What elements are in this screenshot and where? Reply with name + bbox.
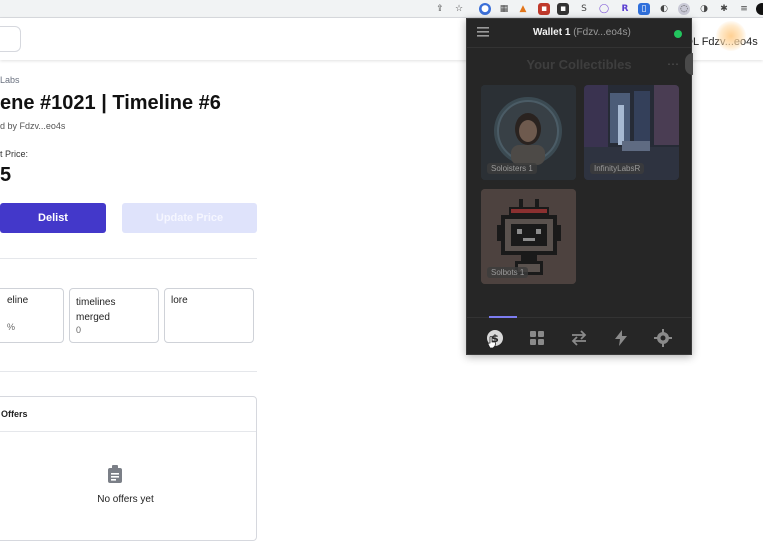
offers-panel: Offers No offers yet xyxy=(0,396,257,541)
popup-edge-tab xyxy=(685,53,693,75)
collectibles-title: Your Collectibles xyxy=(526,57,632,72)
connection-status-dot xyxy=(674,30,682,38)
browser-toolbar: ⇪ ☆ ● ▦ ▲ ▪ ▪ S ◯ R ▯ ◐ ◌ ◑ ✱ ≡ xyxy=(0,0,763,18)
mouse-cursor xyxy=(487,336,496,349)
delist-button[interactable]: Delist xyxy=(0,203,106,233)
divider xyxy=(0,258,257,259)
offers-title: Offers xyxy=(1,409,28,419)
collectible-label: InfinityLabsR xyxy=(590,163,645,174)
stat-label: lore xyxy=(171,295,188,306)
more-options-icon[interactable]: ⋯ xyxy=(667,57,679,71)
collectible-label: Soloisters 1 xyxy=(487,163,537,174)
gear-icon[interactable] xyxy=(653,328,673,348)
owner-line: d by Fdzv...eo4s xyxy=(0,121,66,131)
stat-label: timelines merged xyxy=(76,297,116,323)
wallet-address: (Fdzv...eo4s) xyxy=(573,27,631,38)
wallet-name: Wallet 1 xyxy=(533,27,571,38)
stat-card-timelines-merged: timelines merged 0 xyxy=(69,288,159,343)
bolt-icon[interactable] xyxy=(611,328,631,348)
stat-card-timeline: eline % xyxy=(0,288,64,343)
extension-icon[interactable]: R xyxy=(619,3,631,15)
hamburger-menu-icon[interactable] xyxy=(477,27,489,37)
stat-label: eline xyxy=(7,295,29,306)
extension-icon[interactable]: ▪ xyxy=(538,3,550,15)
active-tab-indicator xyxy=(489,316,517,318)
page-title: ene #1021 | Timeline #6 xyxy=(0,92,221,114)
search-box[interactable] xyxy=(0,26,21,52)
extension-icon[interactable]: S xyxy=(578,3,590,15)
extension-icon[interactable]: ◑ xyxy=(698,3,710,15)
clipboard-icon xyxy=(108,465,122,483)
extension-icon[interactable]: ● xyxy=(479,3,491,15)
cursor-highlight xyxy=(716,21,746,51)
profile-avatar[interactable] xyxy=(756,3,763,15)
extension-icon[interactable]: ▪ xyxy=(557,3,569,15)
extension-icon[interactable]: ▦ xyxy=(498,3,510,15)
metamask-icon[interactable]: ▲ xyxy=(517,3,529,15)
price-label: t Price: xyxy=(0,149,29,159)
phantom-icon[interactable]: ◌ xyxy=(678,3,690,15)
collectible-card[interactable]: InfinityLabsR xyxy=(584,85,679,180)
share-icon[interactable]: ⇪ xyxy=(434,3,446,15)
bookmark-star-icon[interactable]: ☆ xyxy=(453,3,465,15)
extension-icon[interactable]: ◐ xyxy=(658,3,670,15)
divider xyxy=(0,371,257,372)
wallet-title[interactable]: Wallet 1 (Fdzv...eo4s) xyxy=(533,27,631,38)
swap-icon[interactable] xyxy=(569,328,589,348)
collectible-card[interactable]: Solbots 1 xyxy=(481,189,576,284)
divider xyxy=(467,47,691,48)
collectible-card[interactable]: Soloisters 1 xyxy=(481,85,576,180)
update-price-button[interactable]: Update Price xyxy=(122,203,257,233)
reading-list-icon[interactable]: ≡ xyxy=(738,3,750,15)
wallet-popup: Wallet 1 (Fdzv...eo4s) Your Collectibles… xyxy=(466,18,693,355)
stat-value: 0 xyxy=(76,325,82,335)
collectible-label: Solbots 1 xyxy=(487,267,529,278)
stat-card-lore: lore xyxy=(164,288,254,343)
divider xyxy=(0,431,256,432)
price-value: 5 xyxy=(0,164,12,186)
extension-icon[interactable]: ▯ xyxy=(638,3,650,15)
stat-value: % xyxy=(7,322,16,332)
empty-offers-message: No offers yet xyxy=(97,494,154,505)
grid-icon[interactable] xyxy=(527,328,547,348)
extensions-puzzle-icon[interactable]: ✱ xyxy=(718,3,730,15)
collection-breadcrumb[interactable]: Labs xyxy=(0,75,20,85)
extension-icon[interactable]: ◯ xyxy=(598,3,610,15)
